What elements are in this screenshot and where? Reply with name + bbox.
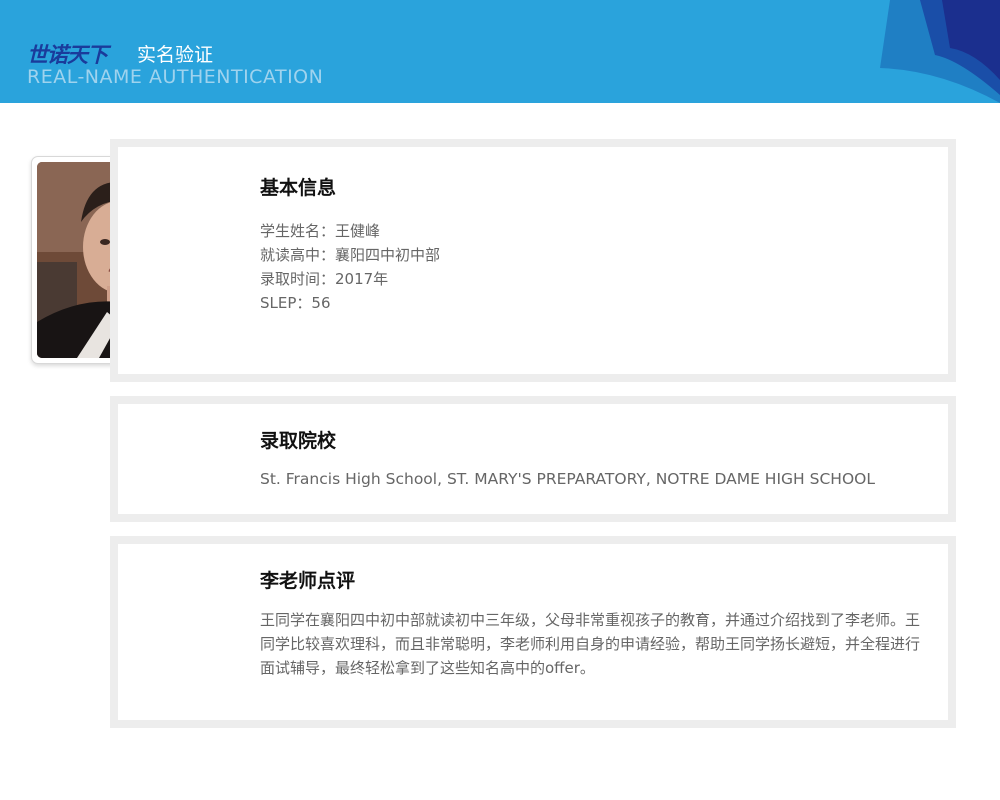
admission-heading: 录取院校	[260, 430, 337, 452]
basic-info-heading: 基本信息	[260, 177, 337, 199]
header-banner: 世诺天下 实名验证 REAL-NAME AUTHENTICATION	[0, 0, 1000, 103]
review-text: 王同学在襄阳四中初中部就读初中三年级，父母非常重视孩子的教育，并通过介绍找到了李…	[260, 611, 921, 677]
page-title: 实名验证	[137, 44, 214, 66]
corner-decoration	[880, 0, 1000, 103]
page-subtitle: REAL-NAME AUTHENTICATION	[27, 66, 324, 88]
admission-card: 录取院校 St. Francis High School, ST. MARY'S…	[110, 396, 956, 522]
brand-logo: 世诺天下	[27, 43, 108, 67]
info-row-slep: SLEP：56	[260, 294, 331, 312]
info-row-name: 学生姓名：王健峰	[260, 222, 381, 240]
review-heading: 李老师点评	[260, 570, 356, 592]
basic-info-card: 基本信息 学生姓名：王健峰 就读高中：襄阳四中初中部 录取时间：2017年 SL…	[110, 139, 956, 382]
info-row-admission-time: 录取时间：2017年	[260, 270, 389, 288]
review-card: 李老师点评 王同学在襄阳四中初中部就读初中三年级，父母非常重视孩子的教育，并通过…	[110, 536, 956, 728]
info-row-school: 就读高中：襄阳四中初中部	[260, 246, 441, 264]
basic-info-list: 学生姓名：王健峰 就读高中：襄阳四中初中部 录取时间：2017年 SLEP：56	[260, 219, 440, 315]
admission-schools: St. Francis High School, ST. MARY'S PREP…	[260, 470, 875, 488]
